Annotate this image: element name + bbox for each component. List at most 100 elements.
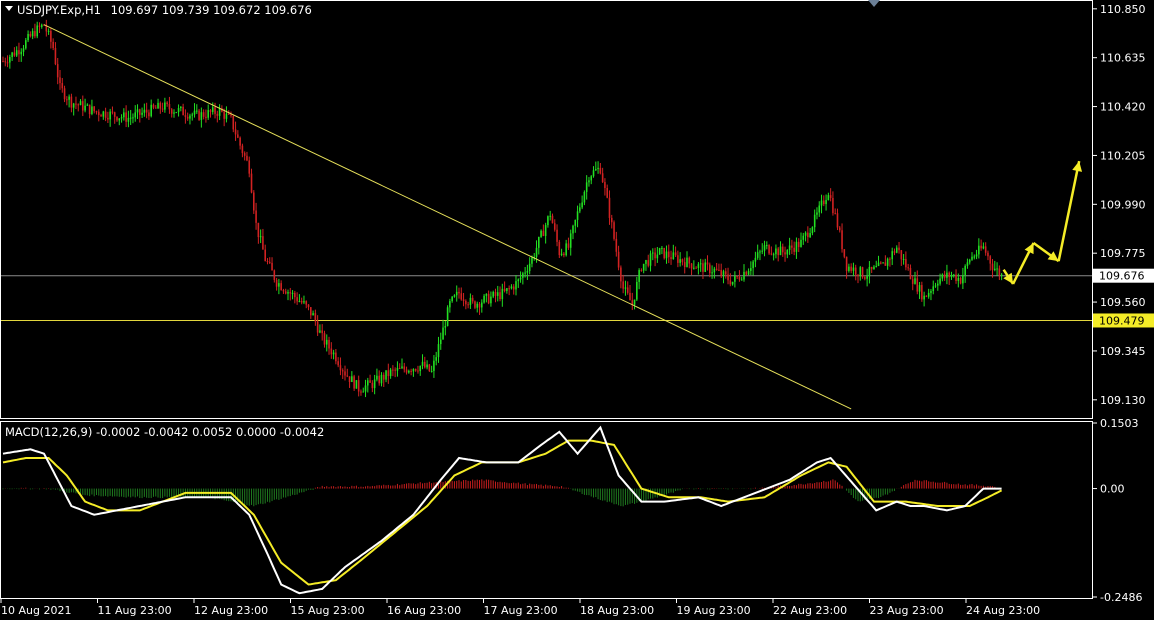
candle-body (517, 279, 520, 282)
candle-body (462, 299, 465, 301)
candle-body (455, 291, 458, 296)
candle-body (458, 291, 460, 294)
candle-body (38, 25, 41, 27)
candle-body (305, 301, 308, 305)
candle-body (583, 191, 586, 203)
candle-body (79, 101, 82, 106)
candle-body (911, 279, 914, 284)
candle-body (310, 307, 312, 316)
candle-body (82, 101, 84, 111)
candle-body (68, 96, 70, 100)
macd-y-axis: 0.1503 0.00 -0.2486 (1093, 417, 1142, 604)
candle-body (711, 272, 713, 274)
candle-body (989, 256, 992, 264)
candle-body (968, 259, 971, 263)
candle-body (289, 292, 292, 294)
candle-body (52, 41, 54, 49)
candle-body (946, 272, 948, 278)
candle-body (850, 266, 852, 271)
candle-body (736, 275, 738, 277)
candle-body (344, 371, 346, 376)
candle-body (193, 110, 196, 115)
candle-body (745, 271, 748, 275)
candle-body (371, 382, 374, 389)
candle-body (617, 251, 620, 268)
support-price-tag: 109.479 (1093, 313, 1154, 328)
candle-body (962, 275, 964, 284)
candle-body (786, 249, 789, 255)
candle-body (465, 300, 467, 305)
candle-body (234, 129, 237, 135)
candle-body (852, 267, 855, 271)
candle-body (889, 258, 891, 260)
candle-body (937, 283, 939, 286)
candle-body (492, 291, 494, 297)
main-plot-frame (0, 0, 1093, 419)
candle-body (29, 33, 32, 37)
candle-body (170, 109, 173, 114)
candle-body (380, 374, 383, 384)
candle-body (770, 253, 773, 255)
candle-body (503, 288, 506, 291)
candle-body (253, 192, 255, 211)
candle-body (357, 380, 360, 392)
candle-body (278, 283, 280, 287)
candle-body (136, 109, 139, 113)
candle-body (754, 257, 757, 262)
candle-body (615, 238, 618, 252)
candle-body (704, 262, 707, 272)
candle-body (556, 229, 558, 242)
candle-body (788, 245, 791, 250)
candle-body (581, 202, 583, 208)
candle-body (207, 110, 209, 118)
candle-body (567, 243, 570, 248)
candle-body (572, 225, 574, 234)
candle-body (248, 160, 251, 174)
candle-body (218, 108, 221, 116)
candle-body (864, 277, 866, 279)
candle-body (145, 109, 148, 113)
candle-body (442, 327, 444, 340)
candle-body (298, 300, 301, 302)
candle-body (565, 243, 567, 256)
candle-body (893, 251, 896, 253)
candle-body (341, 370, 344, 372)
candle-body (811, 227, 814, 234)
candle-body (813, 214, 816, 228)
candle-body (323, 333, 326, 345)
candle-body (973, 256, 976, 258)
candle-body (838, 227, 841, 231)
candle-body (152, 104, 155, 108)
candle-body (40, 24, 43, 27)
candle-body (239, 137, 241, 146)
candle-body (734, 275, 736, 282)
candle-body (36, 25, 38, 37)
candle-body (715, 268, 718, 270)
candle-body (332, 352, 335, 355)
candle-body (795, 241, 798, 252)
candle-body (157, 102, 159, 109)
candle-body (522, 273, 524, 278)
candle-body (159, 102, 162, 109)
candle-body (471, 297, 474, 302)
candle-body (768, 245, 770, 254)
candle-body (952, 274, 955, 276)
candle-body (362, 391, 365, 393)
candle-body (223, 111, 225, 119)
candle-body (647, 260, 650, 266)
candle-body (991, 263, 994, 271)
candle-body (674, 252, 677, 256)
candle-body (763, 245, 766, 251)
time-tick-label: 19 Aug 23:00 (677, 604, 751, 617)
candle-body (20, 51, 23, 55)
candle-body (59, 77, 61, 84)
candle-body (184, 115, 187, 117)
candle-body (271, 262, 273, 271)
candle-body (854, 267, 857, 275)
macd-plot-frame (0, 421, 1093, 599)
candle-body (658, 248, 661, 255)
price-chart[interactable]: 110.850 110.635 110.420 110.205 109.990 109.7… (0, 0, 1154, 620)
candle-body (686, 257, 688, 267)
candle-body (941, 274, 944, 279)
candle-body (718, 269, 720, 271)
